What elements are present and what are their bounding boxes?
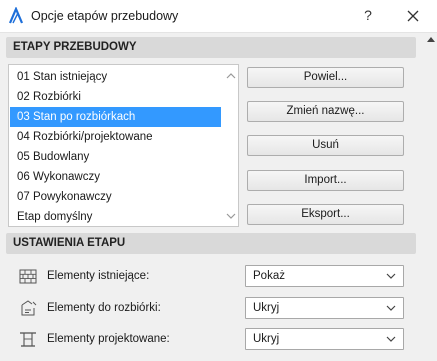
existing-elements-label: Elementy istniejące: bbox=[47, 270, 150, 282]
window-title: Opcje etapów przebudowy bbox=[31, 9, 179, 23]
new-elements-select[interactable]: Ukryj bbox=[245, 328, 404, 350]
close-icon[interactable] bbox=[402, 5, 424, 27]
settings-section-header[interactable]: USTAWIENIA ETAPU bbox=[6, 233, 416, 254]
duplicate-button[interactable]: Powiel... bbox=[247, 67, 404, 88]
chevron-down-icon bbox=[386, 273, 396, 279]
demolish-elements-select[interactable]: Ukryj bbox=[245, 297, 404, 319]
list-item[interactable]: 07 Powykonawczy bbox=[10, 187, 221, 207]
archicad-logo-icon bbox=[8, 7, 24, 24]
chevron-down-icon bbox=[386, 305, 396, 311]
export-button[interactable]: Eksport... bbox=[247, 204, 404, 225]
help-button[interactable]: ? bbox=[356, 3, 380, 27]
list-item[interactable]: 05 Budowlany bbox=[10, 147, 221, 167]
list-item[interactable]: 06 Wykonawczy bbox=[10, 167, 221, 187]
chevron-up-icon[interactable] bbox=[225, 71, 237, 81]
select-value: Pokaż bbox=[253, 270, 285, 282]
select-value: Ukryj bbox=[253, 302, 280, 314]
select-value: Ukryj bbox=[253, 333, 280, 345]
list-item[interactable]: 02 Rozbiórki bbox=[10, 87, 221, 107]
chevron-down-icon[interactable] bbox=[225, 211, 237, 221]
title-bar: Opcje etapów przebudowy ? bbox=[0, 0, 437, 33]
scroll-up-arrow-icon[interactable] bbox=[427, 37, 435, 42]
phases-section-header[interactable]: ETAPY PRZEBUDOWY bbox=[6, 37, 416, 58]
phases-list[interactable]: 01 Stan istniejący 02 Rozbiórki 03 Stan … bbox=[8, 64, 239, 227]
chevron-down-icon bbox=[386, 336, 396, 342]
list-item[interactable]: 01 Stan istniejący bbox=[10, 67, 221, 87]
demolish-elements-label: Elementy do rozbiórki: bbox=[47, 302, 161, 314]
list-item[interactable]: 04 Rozbiórki/projektowane bbox=[10, 127, 221, 147]
brick-wall-icon bbox=[19, 269, 37, 284]
window-scrollbar[interactable] bbox=[425, 34, 437, 361]
new-elements-label: Elementy projektowane: bbox=[47, 333, 170, 345]
delete-button[interactable]: Usuń bbox=[247, 135, 404, 156]
new-construction-icon bbox=[20, 332, 36, 347]
import-button[interactable]: Import... bbox=[247, 170, 404, 191]
existing-elements-select[interactable]: Pokaż bbox=[245, 265, 404, 287]
demolition-icon bbox=[21, 300, 37, 316]
list-item[interactable]: Etap domyślny bbox=[10, 207, 221, 227]
list-item-selected[interactable]: 03 Stan po rozbiórkach bbox=[10, 107, 221, 127]
rename-button[interactable]: Zmień nazwę... bbox=[247, 101, 404, 122]
